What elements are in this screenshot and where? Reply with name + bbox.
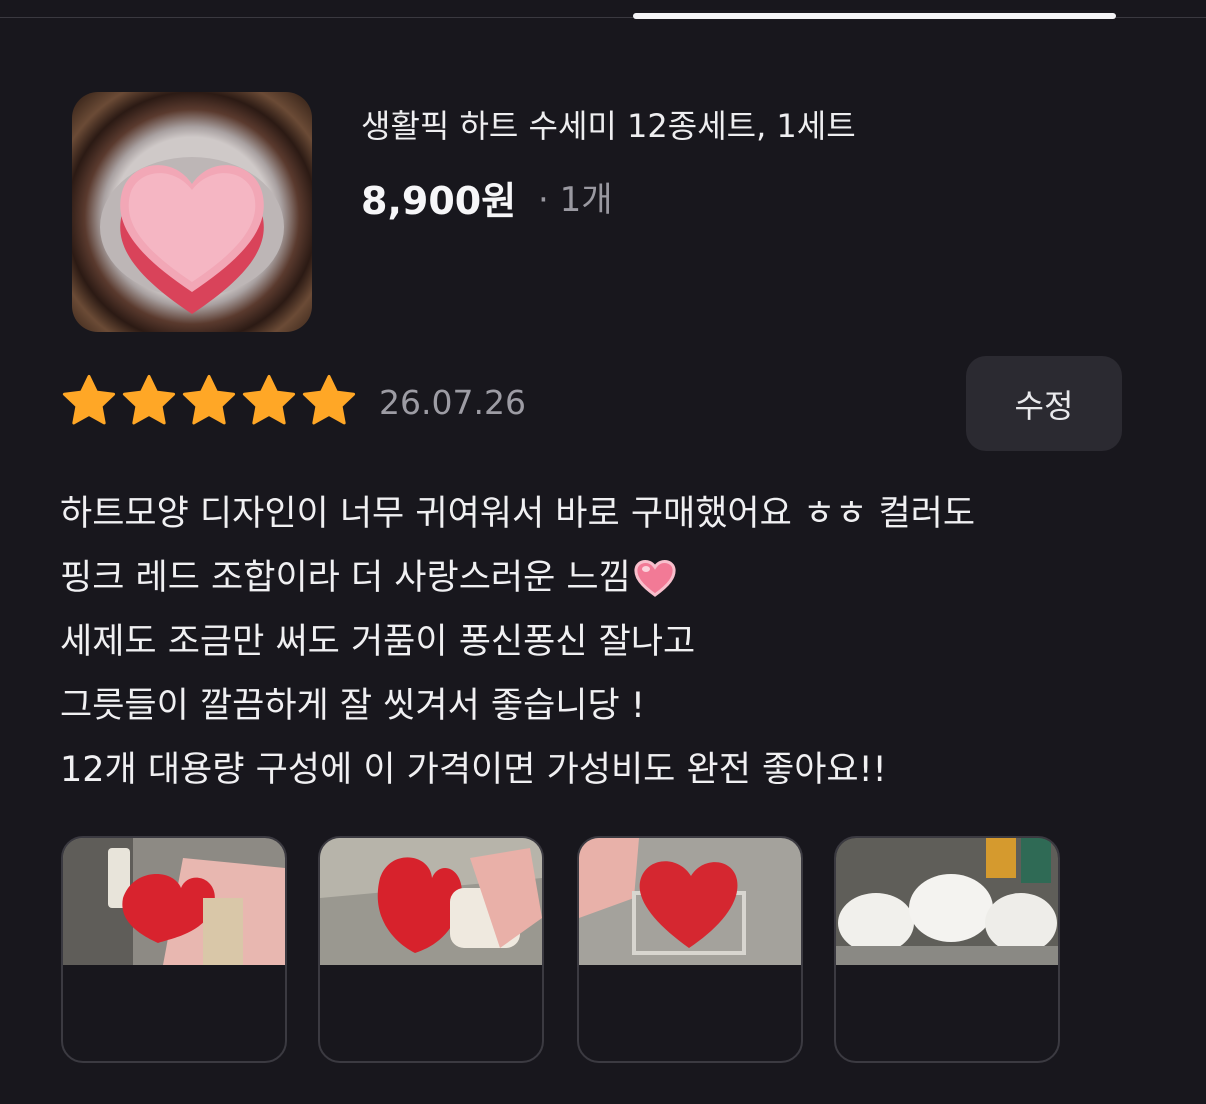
rating-stars (60, 372, 358, 434)
review-line-text: 핑크 레드 조합이라 더 사랑스러운 느낌 (60, 558, 631, 598)
pink-heart-emoji-icon (633, 554, 677, 618)
product-thumbnail[interactable] (72, 92, 312, 332)
review-photo-3[interactable] (577, 836, 803, 1063)
review-line: 핑크 레드 조합이라 더 사랑스러운 느낌 (60, 546, 1170, 610)
review-text: 하트모양 디자인이 너무 귀여워서 바로 구매했어요 ㅎㅎ 컬러도 핑크 레드 … (60, 482, 1170, 802)
review-date: 26.07.26 (379, 383, 526, 422)
star-icon (122, 374, 176, 425)
star-icon (182, 374, 236, 425)
review-line: 세제도 조금만 써도 거품이 퐁신퐁신 잘나고 (60, 622, 696, 662)
star-icon (62, 374, 116, 425)
product-quantity: · 1개 (538, 180, 613, 220)
review-photo-4[interactable] (834, 836, 1060, 1063)
review-line: 하트모양 디자인이 너무 귀여워서 바로 구매했어요 ㅎㅎ 컬러도 (60, 494, 976, 534)
review-line: 그릇들이 깔끔하게 잘 씻겨서 좋습니당 ! (60, 686, 645, 726)
product-title[interactable]: 생활픽 하트 수세미 12종세트, 1세트 (361, 101, 856, 147)
edit-review-button[interactable]: 수정 (966, 356, 1122, 451)
review-photo-1[interactable] (61, 836, 287, 1063)
tab-indicator (633, 13, 1116, 19)
star-icon (302, 374, 356, 425)
review-line: 12개 대용량 구성에 이 가격이면 가성비도 완전 좋아요!! (60, 750, 887, 790)
star-icon (242, 374, 296, 425)
review-photo-2[interactable] (318, 836, 544, 1063)
product-price: 8,900원 (361, 179, 517, 223)
